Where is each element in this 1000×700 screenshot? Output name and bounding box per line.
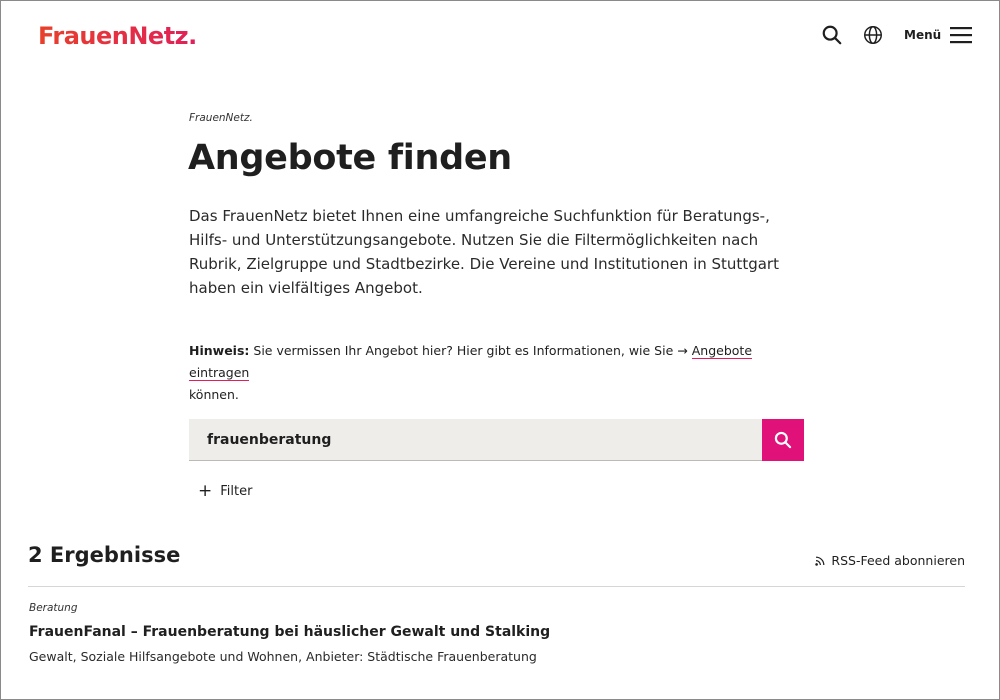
hint-text: Hinweis: Sie vermissen Ihr Angebot hier?… [189, 340, 809, 406]
filter-toggle[interactable]: + Filter [198, 481, 253, 501]
results-divider [28, 586, 965, 587]
search-icon [774, 431, 792, 449]
hint-body: Sie vermissen Ihr Angebot hier? Hier gib… [253, 343, 674, 358]
search-bar [189, 419, 804, 461]
arrow-right-icon: → [677, 343, 688, 358]
intro-text: Das FrauenNetz bietet Ihnen eine umfangr… [189, 207, 779, 297]
search-input[interactable] [189, 419, 762, 461]
menu-button[interactable]: Menü [904, 24, 973, 46]
rss-icon [815, 556, 825, 566]
hamburger-icon [950, 27, 973, 44]
list-item: Beratung FrauenFanal – Frauenberatung be… [29, 602, 959, 664]
search-icon[interactable] [821, 24, 843, 46]
menu-label: Menü [904, 28, 942, 42]
result-title-link[interactable]: FrauenFanal – Frauenberatung bei häuslic… [29, 624, 959, 640]
result-category: Beratung [29, 602, 78, 614]
search-button[interactable] [762, 419, 804, 461]
site-logo[interactable]: FrauenNetz. [38, 22, 197, 50]
result-meta: Gewalt, Soziale Hilfsangebote und Wohnen… [29, 649, 537, 664]
plus-icon: + [198, 481, 213, 501]
rss-feed-link[interactable]: RSS-Feed abonnieren [815, 553, 965, 568]
page-title: Angebote finden [188, 138, 512, 178]
hint-label: Hinweis: [189, 343, 250, 358]
breadcrumb[interactable]: FrauenNetz. [189, 112, 253, 124]
results-count-heading: 2 Ergebnisse [28, 543, 181, 567]
hint-suffix: können. [189, 387, 239, 402]
globe-icon[interactable] [862, 24, 884, 46]
filter-label: Filter [220, 483, 253, 499]
rss-label: RSS-Feed abonnieren [831, 553, 965, 568]
